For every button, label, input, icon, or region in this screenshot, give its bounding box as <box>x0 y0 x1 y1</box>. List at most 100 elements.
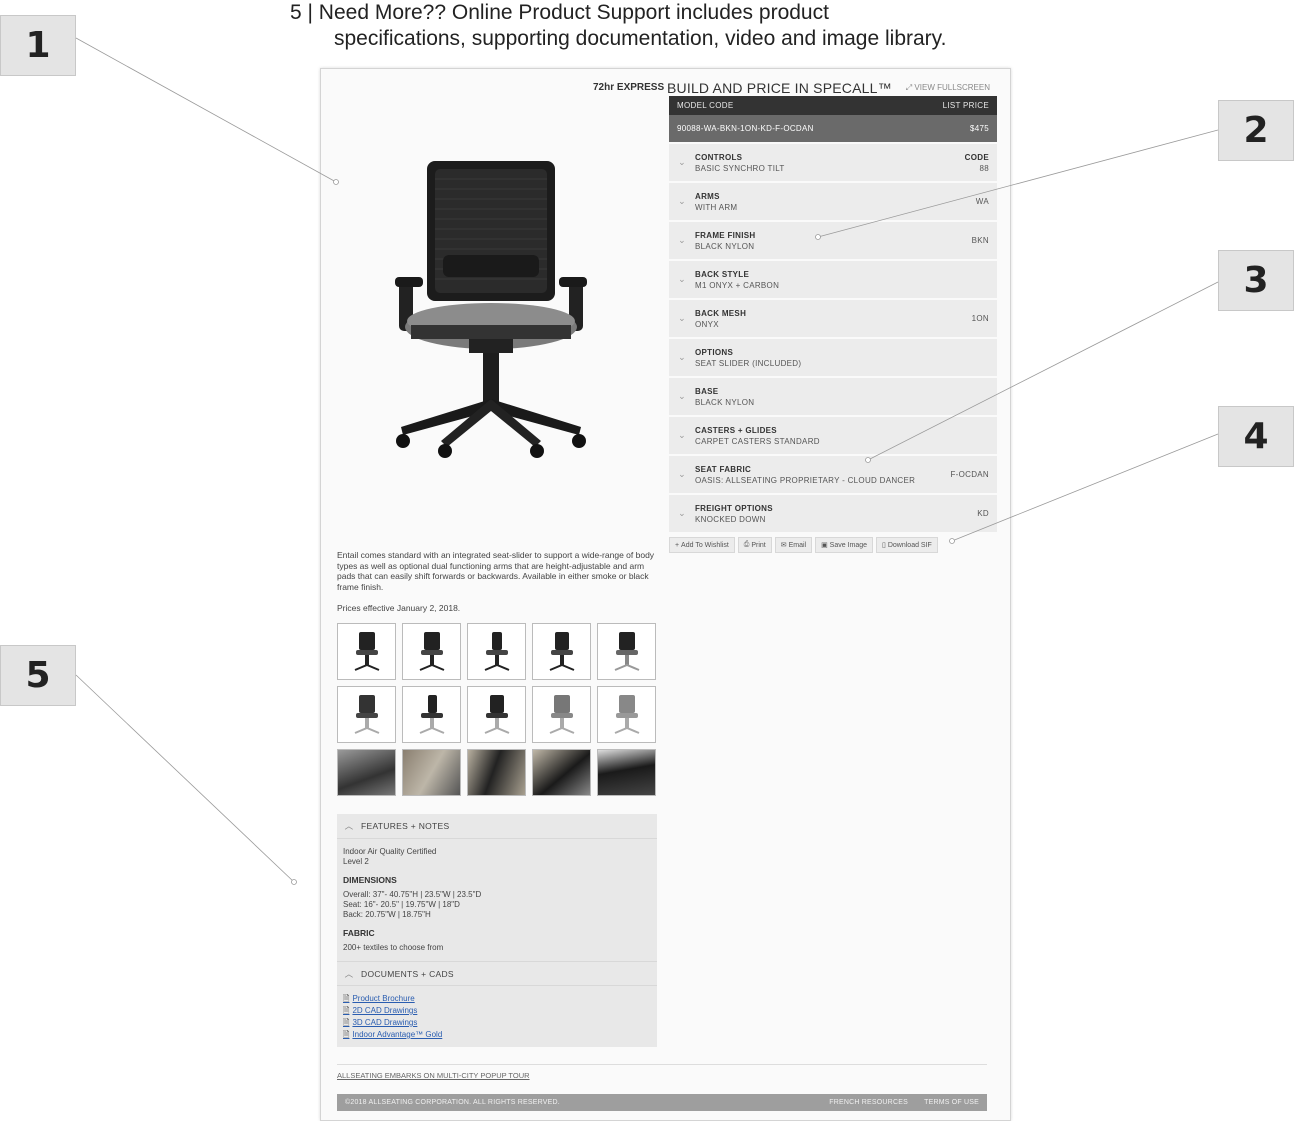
option-title: FRAME FINISH <box>695 230 756 240</box>
chevron-down-icon: ⌄ <box>678 352 686 362</box>
config-row-back-mesh[interactable]: ⌄ BACK MESH ONYX 1ON <box>669 300 997 337</box>
french-resources-link[interactable]: FRENCH RESOURCES <box>829 1099 908 1106</box>
news-link[interactable]: ALLSEATING EMBARKS ON MULTI-CITY POPUP T… <box>337 1064 987 1080</box>
option-title: BACK STYLE <box>695 269 750 279</box>
print-button[interactable]: ⎙ Print <box>737 537 772 553</box>
configurator-table: MODEL CODE LIST PRICE 90088-WA-BKN-1ON-K… <box>669 96 997 532</box>
detail-photo-thumbnail[interactable] <box>532 749 591 796</box>
code-label: CODE <box>964 152 989 162</box>
thumbnail-gallery <box>337 623 656 796</box>
option-value: BLACK NYLON <box>695 397 755 407</box>
list-price: $475 <box>970 124 989 133</box>
dimensions-heading: DIMENSIONS <box>343 875 397 885</box>
detail-photo-thumbnail[interactable] <box>337 749 396 796</box>
thumbnail[interactable] <box>467 686 526 743</box>
config-row-options[interactable]: ⌄ OPTIONS SEAT SLIDER (INCLUDED) <box>669 339 997 376</box>
config-header-row: MODEL CODE LIST PRICE <box>669 96 997 115</box>
option-title: CASTERS + GLIDES <box>695 425 777 435</box>
link-label: Product Brochure <box>352 994 415 1003</box>
option-value: ONYX <box>695 319 719 329</box>
features-notes-header[interactable]: ︿ FEATURES + NOTES <box>337 814 657 839</box>
save-image-button[interactable]: ▣ Save Image <box>815 537 874 553</box>
list-price-label: LIST PRICE <box>942 101 989 110</box>
thumbnail[interactable] <box>597 686 656 743</box>
product-page: 72hr EXPRESS BUILD AND PRICE IN SPECALL™… <box>320 68 1011 1121</box>
documents-cads-header[interactable]: ︿ DOCUMENTS + CADS <box>337 961 657 986</box>
chair-thumbnail-icon <box>354 694 379 734</box>
envelope-icon: ✉ <box>780 542 787 549</box>
button-label: Print <box>751 541 766 549</box>
config-row-arms[interactable]: ⌄ ARMS WITH ARM WA <box>669 183 997 220</box>
caption-line-1: 5 | Need More?? Online Product Support i… <box>290 1 829 24</box>
express-label: 72hr EXPRESS <box>593 82 665 93</box>
detail-photo-thumbnail[interactable] <box>402 749 461 796</box>
dimension-back: Back: 20.75"W | 18.75"H <box>343 910 431 919</box>
document-link-brochure[interactable]: 🗎 Product Brochure <box>343 993 651 1005</box>
link-label: 2D CAD Drawings <box>352 1006 418 1015</box>
config-row-seat-fabric[interactable]: ⌄ SEAT FABRIC OASIS: ALLSEATING PROPRIETA… <box>669 456 997 493</box>
option-code: 1ON <box>971 314 989 323</box>
config-row-controls[interactable]: ⌄ CONTROLS BASIC SYNCHRO TILT CODE 88 <box>669 144 997 181</box>
chair-thumbnail-icon <box>354 631 379 671</box>
view-fullscreen-label: VIEW FULLSCREEN <box>914 83 990 92</box>
features-panel: ︿ FEATURES + NOTES Indoor Air Quality Ce… <box>337 814 657 1047</box>
thumbnail[interactable] <box>402 686 461 743</box>
document-link-3d-cad[interactable]: 🗎 3D CAD Drawings <box>343 1017 651 1029</box>
detail-photo-thumbnail[interactable] <box>597 749 656 796</box>
file-icon: ▯ <box>882 542 886 549</box>
features-notes-title: FEATURES + NOTES <box>361 821 450 831</box>
link-label: Indoor Advantage™ Gold <box>352 1030 443 1039</box>
documents-list: 🗎 Product Brochure 🗎 2D CAD Drawings 🗎 3D C… <box>337 986 657 1047</box>
view-fullscreen-link[interactable]: ⤢ VIEW FULLSCREEN <box>906 83 990 93</box>
document-icon: 🗎 <box>343 994 350 1003</box>
model-code: 90088-WA-BKN-1ON-KD-F-OCDAN <box>677 124 814 133</box>
build-title: BUILD AND PRICE IN SPECALL™ <box>667 80 892 96</box>
plus-icon: + <box>675 541 680 549</box>
option-code: 88 <box>979 163 989 173</box>
fabric-text: 200+ textiles to choose from <box>343 943 444 952</box>
download-sif-button[interactable]: ▯ Download SIF <box>876 537 938 553</box>
config-row-back-style[interactable]: ⌄ BACK STYLE M1 ONYX + CARBON <box>669 261 997 298</box>
option-value: BASIC SYNCHRO TILT <box>695 163 785 173</box>
document-icon: 🗎 <box>343 1006 350 1015</box>
dimension-seat: Seat: 16"- 20.5" | 19.75"W | 18"D <box>343 900 460 909</box>
thumbnail[interactable] <box>402 623 461 680</box>
thumbnail[interactable] <box>467 623 526 680</box>
documents-cads-title: DOCUMENTS + CADS <box>361 968 454 979</box>
callout-4: 4 <box>1218 406 1294 467</box>
chevron-down-icon: ⌄ <box>678 430 686 440</box>
terms-of-use-link[interactable]: TERMS OF USE <box>924 1099 979 1106</box>
document-link-2d-cad[interactable]: 🗎 2D CAD Drawings <box>343 1005 651 1017</box>
thumbnail[interactable] <box>337 623 396 680</box>
config-row-freight[interactable]: ⌄ FREIGHT OPTIONS KNOCKED DOWN KD <box>669 495 997 532</box>
chair-thumbnail-icon <box>419 694 444 734</box>
option-code: F-OCDAN <box>950 470 989 479</box>
config-row-casters[interactable]: ⌄ CASTERS + GLIDES CARPET CASTERS STANDAR… <box>669 417 997 454</box>
thumbnail[interactable] <box>532 623 591 680</box>
chair-thumbnail-icon <box>549 631 574 671</box>
product-description: Entail comes standard with an integrated… <box>337 550 655 592</box>
model-code-row: 90088-WA-BKN-1ON-KD-F-OCDAN $475 <box>669 115 997 142</box>
config-row-frame-finish[interactable]: ⌄ FRAME FINISH BLACK NYLON BKN <box>669 222 997 259</box>
option-code: BKN <box>971 236 989 245</box>
action-bar: + Add To Wishlist ⎙ Print ✉ Email ▣ Save… <box>669 537 938 553</box>
option-code: WA <box>975 197 989 206</box>
email-button[interactable]: ✉ Email <box>774 537 813 553</box>
page-footer: ©2018 ALLSEATING CORPORATION. ALL RIGHTS… <box>337 1094 987 1111</box>
callout-1: 1 <box>0 15 76 76</box>
callout-5: 5 <box>0 645 76 706</box>
button-label: Save Image <box>829 541 868 549</box>
option-title: ARMS <box>695 191 720 201</box>
thumbnail[interactable] <box>337 686 396 743</box>
detail-photo-thumbnail[interactable] <box>467 749 526 796</box>
thumbnail[interactable] <box>532 686 591 743</box>
callout-3: 3 <box>1218 250 1294 311</box>
link-label: 3D CAD Drawings <box>352 1018 418 1027</box>
model-code-label: MODEL CODE <box>677 101 734 110</box>
thumbnail[interactable] <box>597 623 656 680</box>
chevron-down-icon: ⌄ <box>678 235 686 245</box>
document-link-indoor-advantage[interactable]: 🗎 Indoor Advantage™ Gold <box>343 1029 651 1041</box>
config-row-base[interactable]: ⌄ BASE BLACK NYLON <box>669 378 997 415</box>
chevron-down-icon: ⌄ <box>678 157 686 167</box>
add-to-wishlist-button[interactable]: + Add To Wishlist <box>669 537 735 553</box>
